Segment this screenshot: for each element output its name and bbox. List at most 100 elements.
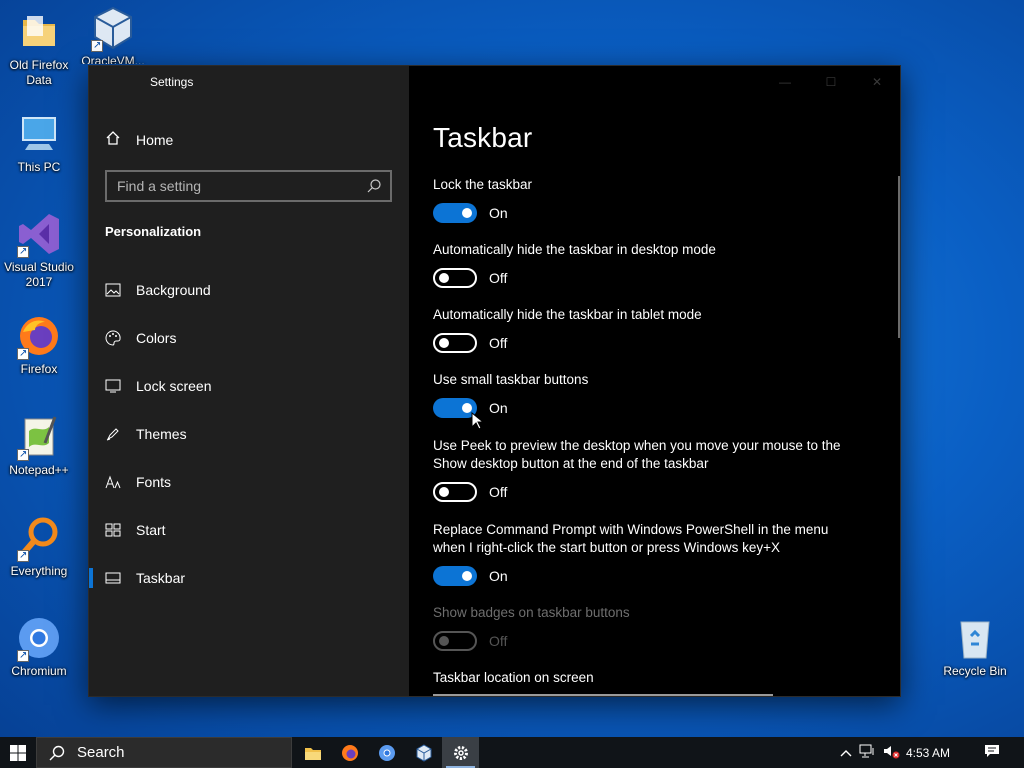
toggle-state: Off <box>489 270 508 286</box>
setting-label: Use Peek to preview the desktop when you… <box>433 438 841 471</box>
system-tray: 4:53 AM <box>834 737 1024 768</box>
taskbar-app-settings[interactable] <box>442 737 479 768</box>
everything-icon <box>15 514 63 563</box>
setting-label: Automatically hide the taskbar in tablet… <box>433 307 702 322</box>
setting-location: Taskbar location on screen <box>433 669 873 687</box>
windows-logo-icon <box>10 744 26 761</box>
virtualbox-icon <box>89 4 137 53</box>
setting-peek: Use Peek to preview the desktop when you… <box>433 437 863 502</box>
desktop-icon-label: Notepad++ <box>9 463 69 477</box>
toggle-switch[interactable] <box>433 268 477 288</box>
sidebar-item-background[interactable]: Background <box>89 266 409 314</box>
location-dropdown[interactable] <box>433 694 773 696</box>
taskbar-clock[interactable]: 4:53 AM <box>906 746 950 760</box>
taskbar-app-firefox[interactable] <box>331 737 368 768</box>
nav-home[interactable]: Home <box>105 130 173 149</box>
desktop-icon-visual-studio[interactable]: Visual Studio 2017 <box>1 210 77 290</box>
taskbar: Search 4:53 AM <box>0 737 1024 768</box>
toggle-switch[interactable] <box>433 333 477 353</box>
toggle-knob <box>462 571 472 581</box>
settings-icon <box>453 745 468 760</box>
start-icon <box>105 522 121 538</box>
toggle-state: On <box>489 568 508 584</box>
sidebar-item-label: Fonts <box>136 474 172 490</box>
taskbar-app-virtualbox[interactable] <box>405 737 442 768</box>
setting-badges: Show badges on taskbar buttons Off <box>433 604 873 651</box>
toggle-state: On <box>489 205 508 221</box>
computer-icon <box>15 110 63 158</box>
taskbar-app-chromium[interactable] <box>368 737 405 768</box>
file-explorer-icon <box>304 747 321 760</box>
search-icon <box>49 745 65 760</box>
recycle-bin-icon <box>951 614 999 662</box>
sidebar-item-taskbar[interactable]: Taskbar <box>89 554 409 602</box>
desktop-icon-notepadpp[interactable]: Notepad++ <box>1 413 77 478</box>
desktop-icon-label: Visual Studio 2017 <box>4 260 74 289</box>
lock-screen-icon <box>105 378 121 394</box>
sidebar-item-label: Themes <box>136 426 187 442</box>
taskbar-app-explorer[interactable] <box>294 737 331 768</box>
sidebar-item-start[interactable]: Start <box>89 506 409 554</box>
folder-icon <box>15 8 63 56</box>
firefox-icon <box>15 312 63 361</box>
setting-label: Automatically hide the taskbar in deskto… <box>433 242 716 257</box>
toggle-knob <box>462 208 472 218</box>
desktop-icon-everything[interactable]: Everything <box>1 514 77 579</box>
network-icon[interactable] <box>858 743 876 762</box>
sidebar-item-colors[interactable]: Colors <box>89 314 409 362</box>
setting-lock-taskbar: Lock the taskbar On <box>433 176 873 223</box>
settings-content: Taskbar Lock the taskbar On Automaticall… <box>433 66 893 696</box>
desktop-icon-old-firefox-data[interactable]: Old Firefox Data <box>1 8 77 88</box>
search-icon[interactable] <box>366 178 382 194</box>
sidebar-item-label: Start <box>136 522 166 538</box>
toggle-knob <box>439 273 449 283</box>
desktop-icon-firefox[interactable]: Firefox <box>1 312 77 377</box>
desktop-icon-label: Everything <box>10 564 68 578</box>
setting-autohide-tablet: Automatically hide the taskbar in tablet… <box>433 306 873 353</box>
toggle-knob <box>439 487 449 497</box>
action-center-icon[interactable] <box>984 743 1000 762</box>
settings-sidebar: Settings Home Find a setting Personaliza… <box>89 66 409 696</box>
toggle-switch <box>433 631 477 651</box>
sidebar-item-fonts[interactable]: Fonts <box>89 458 409 506</box>
desktop-icon-virtualbox[interactable]: OracleVM... <box>75 4 151 64</box>
home-icon <box>105 130 121 149</box>
chromium-icon <box>378 744 395 761</box>
toggle-state: On <box>489 400 508 416</box>
start-button[interactable] <box>0 737 36 768</box>
visual-studio-icon <box>15 210 63 259</box>
toggle-state: Off <box>489 484 508 500</box>
taskbar-search[interactable]: Search <box>36 737 292 768</box>
sidebar-item-themes[interactable]: Themes <box>89 410 409 458</box>
chevron-up-icon[interactable] <box>840 746 852 760</box>
sidebar-item-lock-screen[interactable]: Lock screen <box>89 362 409 410</box>
toggle-switch[interactable] <box>433 203 477 223</box>
toggle-state: Off <box>489 335 508 351</box>
sidebar-item-label: Taskbar <box>136 570 186 586</box>
sidebar-item-label: Lock screen <box>136 378 212 394</box>
sidebar-item-label: Background <box>136 282 211 298</box>
setting-label: Show badges on taskbar buttons <box>433 605 630 620</box>
desktop-icon-this-pc[interactable]: This PC <box>1 110 77 175</box>
desktop-icon-label: OracleVM... <box>81 54 145 64</box>
desktop-icon-chromium[interactable]: Chromium <box>1 614 77 679</box>
desktop-icon-label: Firefox <box>20 362 58 376</box>
setting-label: Lock the taskbar <box>433 177 533 192</box>
scrollbar[interactable] <box>898 176 900 338</box>
mouse-cursor-icon <box>471 412 483 430</box>
setting-label: Use small taskbar buttons <box>433 372 589 387</box>
setting-small-buttons: Use small taskbar buttons On <box>433 371 873 430</box>
nav-home-label: Home <box>136 131 174 148</box>
search-placeholder: Find a setting <box>117 178 202 194</box>
colors-icon <box>105 330 121 346</box>
notepadpp-icon <box>15 413 63 462</box>
toggle-switch[interactable] <box>433 482 477 502</box>
desktop-icon-recycle-bin[interactable]: Recycle Bin <box>937 614 1013 679</box>
toggle-switch[interactable] <box>433 566 477 586</box>
search-input[interactable]: Find a setting <box>105 170 392 202</box>
background-icon <box>105 282 121 298</box>
toggle-knob <box>439 636 449 646</box>
volume-muted-icon[interactable] <box>882 743 900 762</box>
nav-list: Background Colors Lock screen Themes Fon… <box>89 266 409 602</box>
taskbar-search-label: Search <box>77 744 125 761</box>
